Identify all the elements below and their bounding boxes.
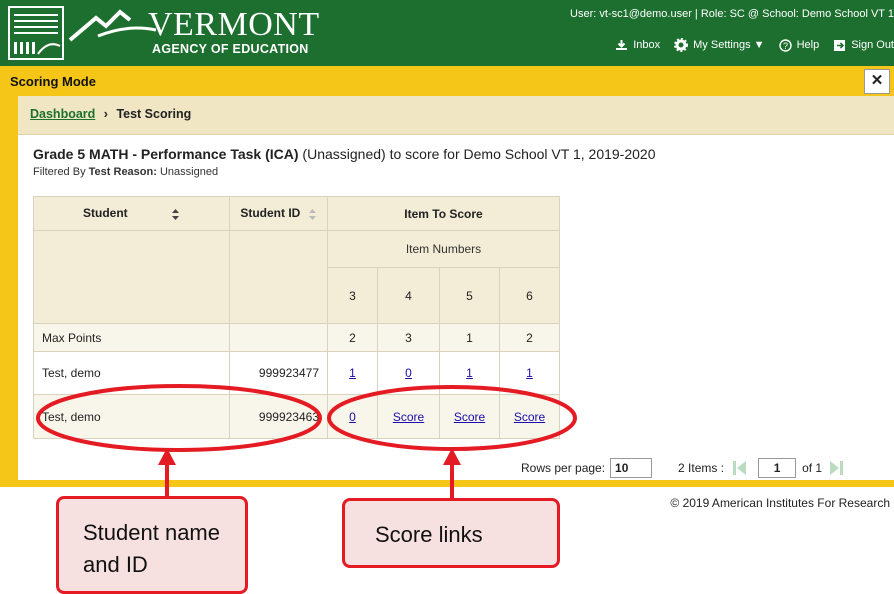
vermont-logo-icon — [8, 6, 64, 60]
score-link[interactable]: Score — [393, 410, 424, 424]
breadcrumb-separator-icon: › — [103, 107, 108, 121]
logo-subtitle: AGENCY OF EDUCATION — [152, 42, 309, 56]
score-link[interactable]: 1 — [349, 366, 356, 380]
my-settings-menu[interactable]: My Settings ▼ — [674, 38, 765, 52]
column-header-student[interactable]: Student — [33, 196, 230, 231]
sort-icon — [308, 208, 316, 220]
copyright-footer: © 2019 American Institutes For Research — [670, 496, 890, 510]
item-number: 4 — [377, 267, 440, 324]
gear-icon — [674, 38, 689, 52]
student-id: 999923463 — [229, 394, 328, 439]
mountain-logo-icon — [68, 9, 157, 42]
my-settings-label: My Settings ▼ — [693, 39, 765, 51]
inbox-label: Inbox — [633, 39, 661, 51]
filter-prefix: Filtered By — [33, 166, 89, 178]
pagination: Rows per page: 10 2 Items : 1 of 1 — [521, 458, 846, 478]
page-total: of 1 — [802, 461, 823, 475]
svg-text:?: ? — [783, 41, 788, 51]
column-header-student-label: Student — [82, 206, 128, 221]
score-link[interactable]: 1 — [526, 366, 533, 380]
max-points-id-cell — [229, 323, 328, 352]
item-count: 2 Items : — [678, 461, 725, 475]
max-points-label: Max Points — [33, 323, 230, 352]
scoring-mode-title: Scoring Mode — [10, 74, 96, 89]
score-link[interactable]: Score — [454, 410, 485, 424]
app-header: VERMONT AGENCY OF EDUCATION User: vt-sc1… — [0, 0, 894, 66]
max-points-value: 3 — [377, 323, 440, 352]
score-callout-text: Score links — [375, 522, 483, 547]
score-link[interactable]: 1 — [466, 366, 473, 380]
header-spacer — [229, 230, 328, 324]
max-points-value: 1 — [439, 323, 500, 352]
scoring-table: Student Student ID Item To Score Item Nu… — [33, 196, 560, 439]
student-callout: Student name and ID — [56, 496, 248, 594]
previous-page-icon[interactable] — [730, 459, 750, 477]
sign-out-label: Sign Out — [851, 39, 894, 51]
column-header-student-id[interactable]: Student ID — [229, 196, 328, 231]
rows-per-page-label: Rows per page: — [521, 461, 606, 475]
test-name: Grade 5 MATH - Performance Task (ICA) — [33, 146, 299, 162]
score-link[interactable]: 0 — [405, 366, 412, 380]
filter-value: Unassigned — [156, 166, 219, 178]
logo-wordmark: VERMONT — [148, 6, 320, 43]
student-id: 999923477 — [229, 351, 328, 395]
item-number: 6 — [499, 267, 560, 324]
inbox-link[interactable]: Inbox — [615, 39, 660, 51]
student-name: Test, demo — [33, 394, 230, 439]
filter-label: Test Reason: — [88, 166, 157, 178]
next-page-icon[interactable] — [826, 459, 846, 477]
sign-out-icon — [834, 39, 846, 51]
max-points-value: 2 — [499, 323, 560, 352]
rows-per-page-input[interactable]: 10 — [610, 458, 653, 478]
column-header-student-id-label: Student ID — [240, 206, 301, 221]
student-name: Test, demo — [33, 351, 230, 395]
inbox-icon — [616, 40, 628, 50]
breadcrumb-current: Test Scoring — [116, 107, 192, 121]
breadcrumb: Dashboard › Test Scoring — [30, 107, 191, 121]
sign-out-link[interactable]: Sign Out — [833, 39, 894, 52]
item-numbers-header: Item Numbers — [327, 230, 560, 268]
close-button[interactable]: ✕ — [864, 69, 890, 94]
header-spacer — [33, 230, 230, 324]
filter-summary: Filtered By Test Reason: Unassigned — [33, 166, 218, 178]
help-link[interactable]: ? Help — [778, 38, 820, 52]
item-number: 5 — [439, 267, 500, 324]
help-icon: ? — [778, 38, 792, 52]
user-info: User: vt-sc1@demo.user | Role: SC @ Scho… — [570, 8, 894, 20]
top-nav: Inbox My Settings ▼ ? Help Sign Out — [615, 38, 894, 52]
help-label: Help — [796, 39, 820, 51]
score-links-callout: Score links — [342, 498, 560, 568]
page-input[interactable]: 1 — [758, 458, 797, 478]
score-link[interactable]: Score — [514, 410, 545, 424]
test-context: (Unassigned) to score for Demo School VT… — [298, 146, 656, 162]
sort-icon — [172, 208, 179, 220]
student-callout-text: Student name and ID — [83, 520, 220, 577]
column-header-item-to-score: Item To Score — [327, 196, 560, 231]
item-number: 3 — [327, 267, 378, 324]
score-link[interactable]: 0 — [349, 410, 356, 424]
page-title: Grade 5 MATH - Performance Task (ICA) (U… — [33, 146, 655, 162]
max-points-value: 2 — [327, 323, 378, 352]
breadcrumb-dashboard-link[interactable]: Dashboard — [30, 107, 95, 121]
